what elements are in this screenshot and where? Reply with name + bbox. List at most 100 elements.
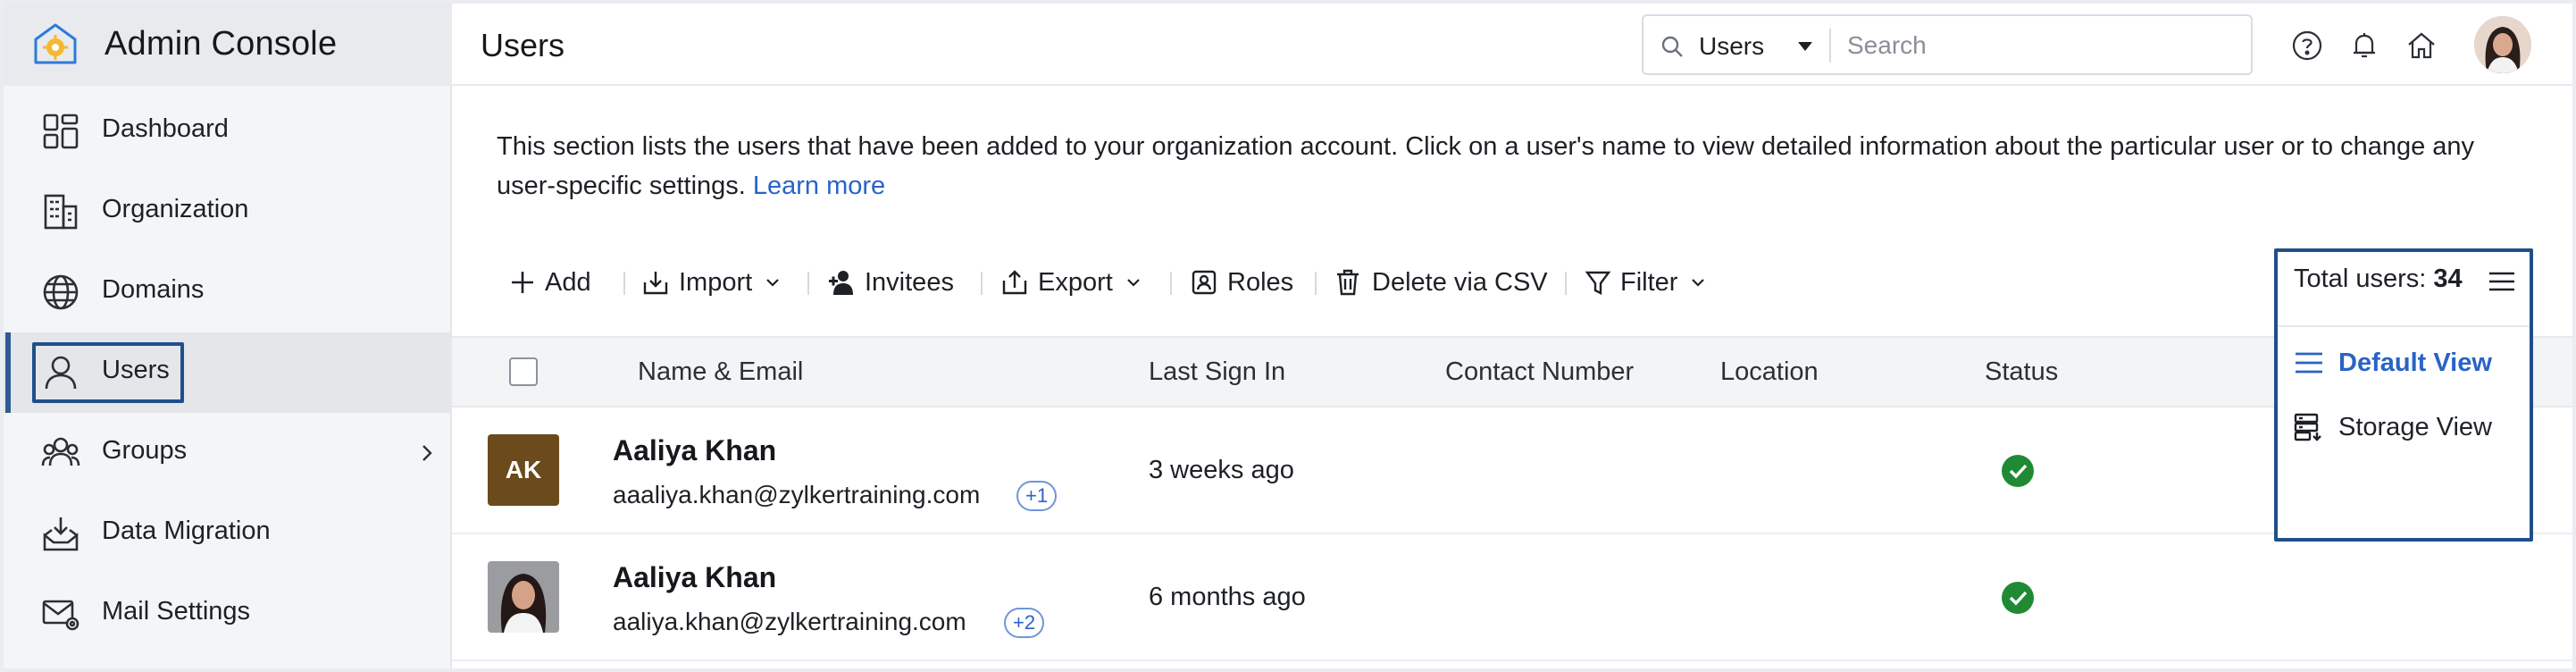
help-icon[interactable] — [2292, 30, 2322, 61]
chevron-right-icon[interactable] — [416, 442, 438, 464]
chevron-down-icon — [766, 279, 779, 287]
import-button[interactable]: Import — [641, 265, 781, 300]
column-header-last-sign-in[interactable]: Last Sign In — [1149, 357, 1285, 387]
toolbar-separator — [807, 272, 809, 295]
home-icon[interactable] — [2406, 30, 2437, 61]
learn-more-link[interactable]: Learn more — [753, 172, 885, 200]
roles-icon — [1192, 270, 1217, 295]
storage-view-icon — [2294, 413, 2321, 441]
app-window: Admin Console Dashboard Organization Dom… — [4, 4, 2572, 668]
admin-console-logo-icon — [34, 23, 77, 64]
user-photo-avatar — [488, 561, 559, 633]
sidebar-item-label: Dashboard — [102, 114, 229, 143]
sidebar-item-users[interactable]: Users — [4, 332, 452, 413]
view-divider — [2278, 325, 2530, 327]
filter-button[interactable]: Filter — [1585, 265, 1706, 300]
user-name-link[interactable]: Aaliya Khan — [613, 561, 776, 594]
export-button[interactable]: Export — [1000, 265, 1142, 300]
toolbar: Add Import Invitees Export Roles Delete … — [452, 247, 2572, 318]
column-header-status[interactable]: Status — [1985, 357, 2058, 387]
trash-icon — [1337, 269, 1359, 296]
toolbar-separator — [1170, 272, 1172, 295]
user-name-link[interactable]: Aaliya Khan — [613, 434, 776, 467]
import-icon — [643, 272, 668, 295]
brand-header: Admin Console — [4, 4, 452, 86]
default-view-label: Default View — [2338, 348, 2492, 377]
user-email: aaaliya.khan@zylkertraining.com — [613, 481, 981, 508]
sidebar-item-groups[interactable]: Groups — [4, 413, 452, 493]
user-email: aaliya.khan@zylkertraining.com — [613, 608, 966, 635]
column-header-name-email[interactable]: Name & Email — [638, 357, 803, 387]
intro-text: This section lists the users that have b… — [497, 127, 2524, 206]
view-menu-icon[interactable] — [2487, 268, 2517, 295]
search-input[interactable] — [1847, 25, 2231, 66]
user-initials-avatar: AK — [488, 434, 559, 506]
extra-emails-badge[interactable]: +1 — [1016, 481, 1058, 511]
page-title: Users — [481, 27, 565, 63]
storage-view-label: Storage View — [2338, 412, 2492, 441]
user-icon — [45, 356, 77, 390]
app-title: Admin Console — [105, 25, 338, 63]
last-sign-in: 6 months ago — [1149, 583, 1306, 611]
chevron-down-icon — [1692, 279, 1705, 287]
sidebar-item-organization[interactable]: Organization — [4, 172, 452, 252]
export-label: Export — [1038, 267, 1113, 297]
main-content: This section lists the users that have b… — [452, 86, 2572, 668]
add-button[interactable]: Add — [509, 265, 591, 300]
sidebar-item-data-migration[interactable]: Data Migration — [4, 493, 452, 574]
profile-avatar[interactable] — [2474, 16, 2531, 73]
table-row[interactable]: Aaliya Khan aaliya.khan@zylkertraining.c… — [452, 534, 2572, 661]
invitees-label: Invitees — [865, 267, 954, 297]
storage-view-option[interactable]: Storage View — [2294, 409, 2492, 445]
filter-icon — [1585, 271, 1611, 295]
invitees-icon — [829, 271, 853, 295]
bell-icon[interactable] — [2349, 30, 2379, 61]
caret-down-icon[interactable] — [1797, 41, 1813, 52]
last-sign-in: 3 weeks ago — [1149, 456, 1294, 484]
status-active-icon — [2002, 582, 2034, 614]
delete-via-csv-label: Delete via CSV — [1372, 267, 1548, 297]
plus-icon — [512, 272, 533, 293]
dashboard-icon — [43, 113, 79, 149]
search-icon — [1661, 36, 1683, 57]
roles-label: Roles — [1227, 267, 1294, 297]
column-header-location[interactable]: Location — [1720, 357, 1819, 387]
select-all-checkbox[interactable] — [509, 357, 538, 386]
filter-label: Filter — [1620, 267, 1678, 297]
export-icon — [1002, 270, 1027, 295]
sidebar-item-domains[interactable]: Domains — [4, 252, 452, 332]
table-row[interactable]: AK Aaliya Khan aaaliya.khan@zylkertraini… — [452, 407, 2572, 534]
import-label: Import — [679, 267, 753, 297]
sidebar-item-label: Mail Settings — [102, 597, 251, 626]
mail-settings-icon — [42, 600, 79, 631]
toolbar-separator — [981, 272, 983, 295]
search-box: Users — [1642, 14, 2253, 75]
total-users-view-panel: Total users: 34 Default View Storage Vie… — [2274, 248, 2533, 542]
add-label: Add — [545, 267, 591, 297]
sidebar-item-mail-settings[interactable]: Mail Settings — [4, 574, 452, 654]
sidebar-item-label: Data Migration — [102, 517, 271, 545]
default-view-option[interactable]: Default View — [2294, 345, 2492, 381]
globe-icon — [43, 274, 79, 310]
table-header: Name & Email Last Sign In Contact Number… — [452, 336, 2572, 407]
groups-icon — [41, 437, 80, 466]
delete-via-csv-button[interactable]: Delete via CSV — [1334, 265, 1548, 300]
user-photo-icon — [488, 561, 559, 633]
list-view-icon — [2296, 352, 2322, 374]
search-scope-select[interactable]: Users — [1699, 32, 1764, 61]
sidebar-item-dashboard[interactable]: Dashboard — [4, 91, 452, 172]
top-header: Users Users — [452, 4, 2572, 86]
total-users-count: 34 — [2433, 265, 2463, 293]
column-header-contact-number[interactable]: Contact Number — [1445, 357, 1634, 387]
chevron-down-icon — [1127, 279, 1140, 287]
extra-emails-badge[interactable]: +2 — [1004, 608, 1045, 638]
search-divider — [1829, 29, 1831, 63]
sidebar-item-label: Organization — [102, 195, 249, 223]
invitees-button[interactable]: Invitees — [827, 265, 954, 300]
sidebar: Admin Console Dashboard Organization Dom… — [4, 4, 452, 668]
total-users-label: Total users: — [2294, 265, 2427, 293]
sidebar-item-label: Groups — [102, 436, 188, 465]
total-users-text: Total users: 34 — [2294, 265, 2463, 294]
roles-button[interactable]: Roles — [1190, 265, 1293, 300]
status-active-icon — [2002, 455, 2034, 487]
